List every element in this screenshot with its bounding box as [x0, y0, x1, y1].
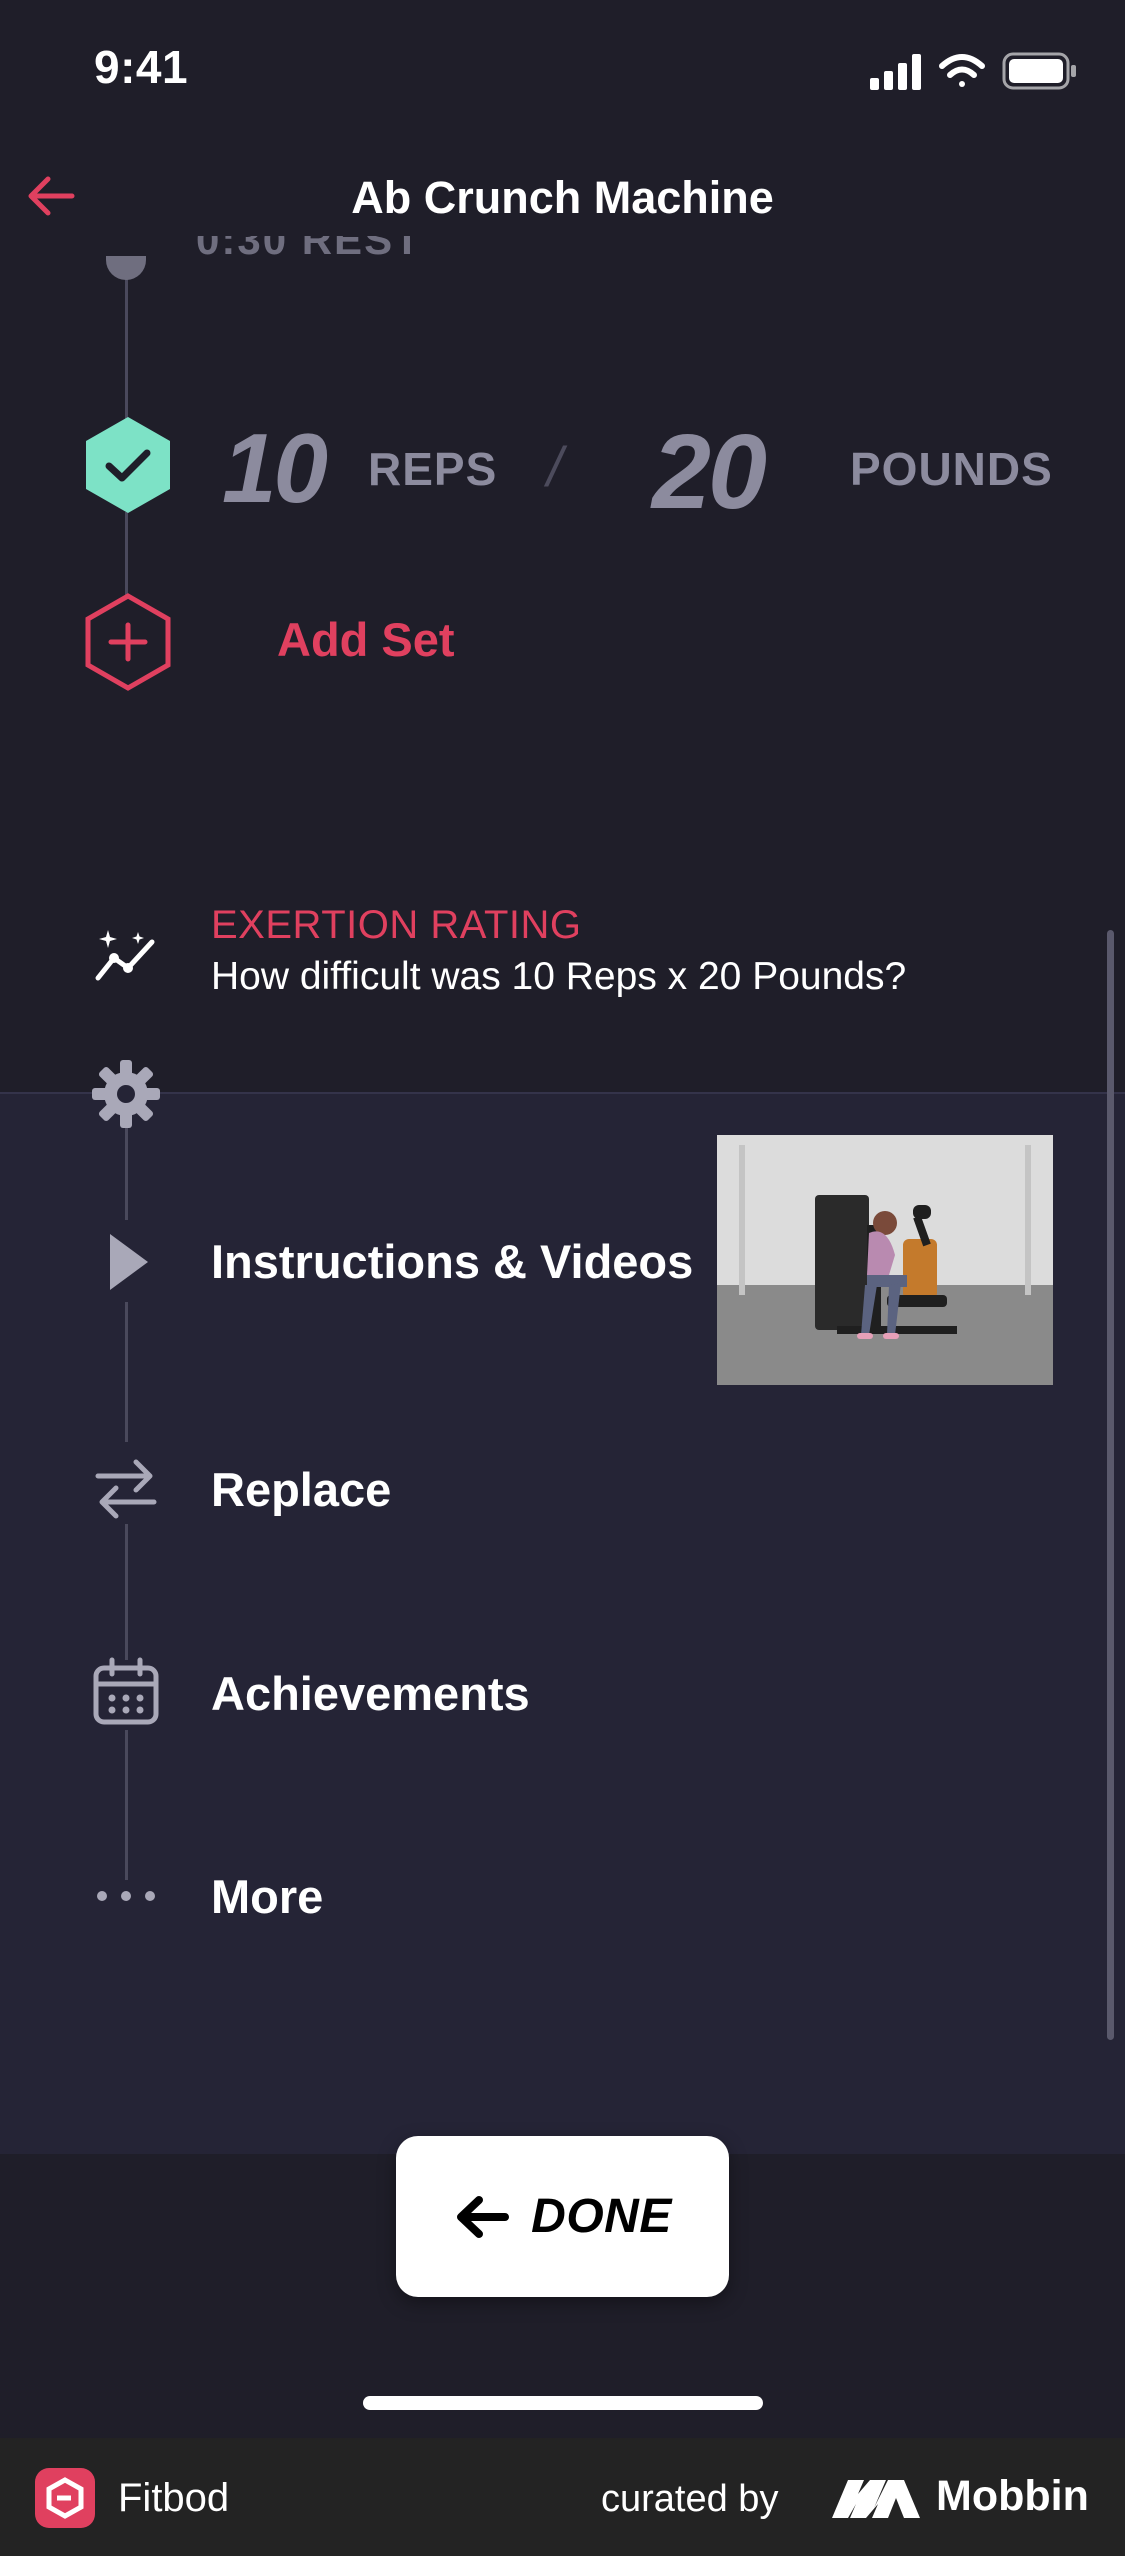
- home-indicator: [363, 2396, 763, 2410]
- timeline-line: [125, 1524, 128, 1660]
- mobbin-logo-icon: [832, 2480, 920, 2518]
- set-separator: /: [547, 435, 563, 498]
- exertion-rating-label[interactable]: EXERTION RATING: [211, 903, 582, 948]
- timeline-line: [125, 512, 128, 598]
- fitbod-logo-icon: [35, 2468, 95, 2528]
- weight-value[interactable]: 20: [652, 412, 767, 533]
- signal-icon: [870, 54, 921, 90]
- timeline-line: [125, 1128, 128, 1220]
- done-label: DONE: [531, 2190, 672, 2243]
- menu-item-instructions-videos[interactable]: Instructions & Videos: [211, 1234, 693, 1289]
- timeline-line: [125, 1730, 128, 1880]
- reps-unit: REPS: [368, 443, 498, 495]
- page-title: Ab Crunch Machine: [351, 172, 774, 223]
- add-set-icon[interactable]: [82, 592, 174, 692]
- app-name: Fitbod: [118, 2476, 230, 2520]
- battery-icon: [1002, 52, 1076, 90]
- sparkle-trend-icon: [95, 930, 155, 981]
- status-time: 9:41: [94, 41, 189, 93]
- timeline-line: [125, 1302, 128, 1442]
- rest-time: 0:30 REST: [196, 236, 422, 263]
- done-button[interactable]: DONE: [396, 2136, 729, 2297]
- wifi-icon: [939, 54, 985, 87]
- scrollbar[interactable]: [1107, 930, 1114, 2040]
- swap-arrows-icon: [95, 1459, 157, 1519]
- completed-set-check-icon[interactable]: [82, 415, 174, 515]
- more-dots-icon: [97, 1891, 155, 1901]
- menu-item-replace[interactable]: Replace: [211, 1462, 391, 1517]
- calendar-icon: [93, 1657, 159, 1725]
- play-icon: [110, 1234, 148, 1290]
- timeline-line: [125, 270, 128, 422]
- menu-item-more[interactable]: More: [211, 1869, 323, 1924]
- exercise-video-thumbnail[interactable]: [717, 1135, 1053, 1385]
- menu-item-achievements[interactable]: Achievements: [211, 1666, 530, 1721]
- status-icons: [870, 52, 1076, 90]
- curated-by-label: curated by: [601, 2478, 779, 2520]
- reps-value[interactable]: 10: [222, 412, 328, 525]
- arrow-left-icon: [457, 2195, 510, 2238]
- exertion-rating-question[interactable]: How difficult was 10 Reps x 20 Pounds?: [211, 955, 906, 999]
- gear-icon[interactable]: [90, 1058, 162, 1130]
- mobbin-brand: Mobbin: [936, 2472, 1089, 2520]
- add-set-button[interactable]: Add Set: [277, 612, 455, 667]
- weight-unit: POUNDS: [850, 443, 1053, 495]
